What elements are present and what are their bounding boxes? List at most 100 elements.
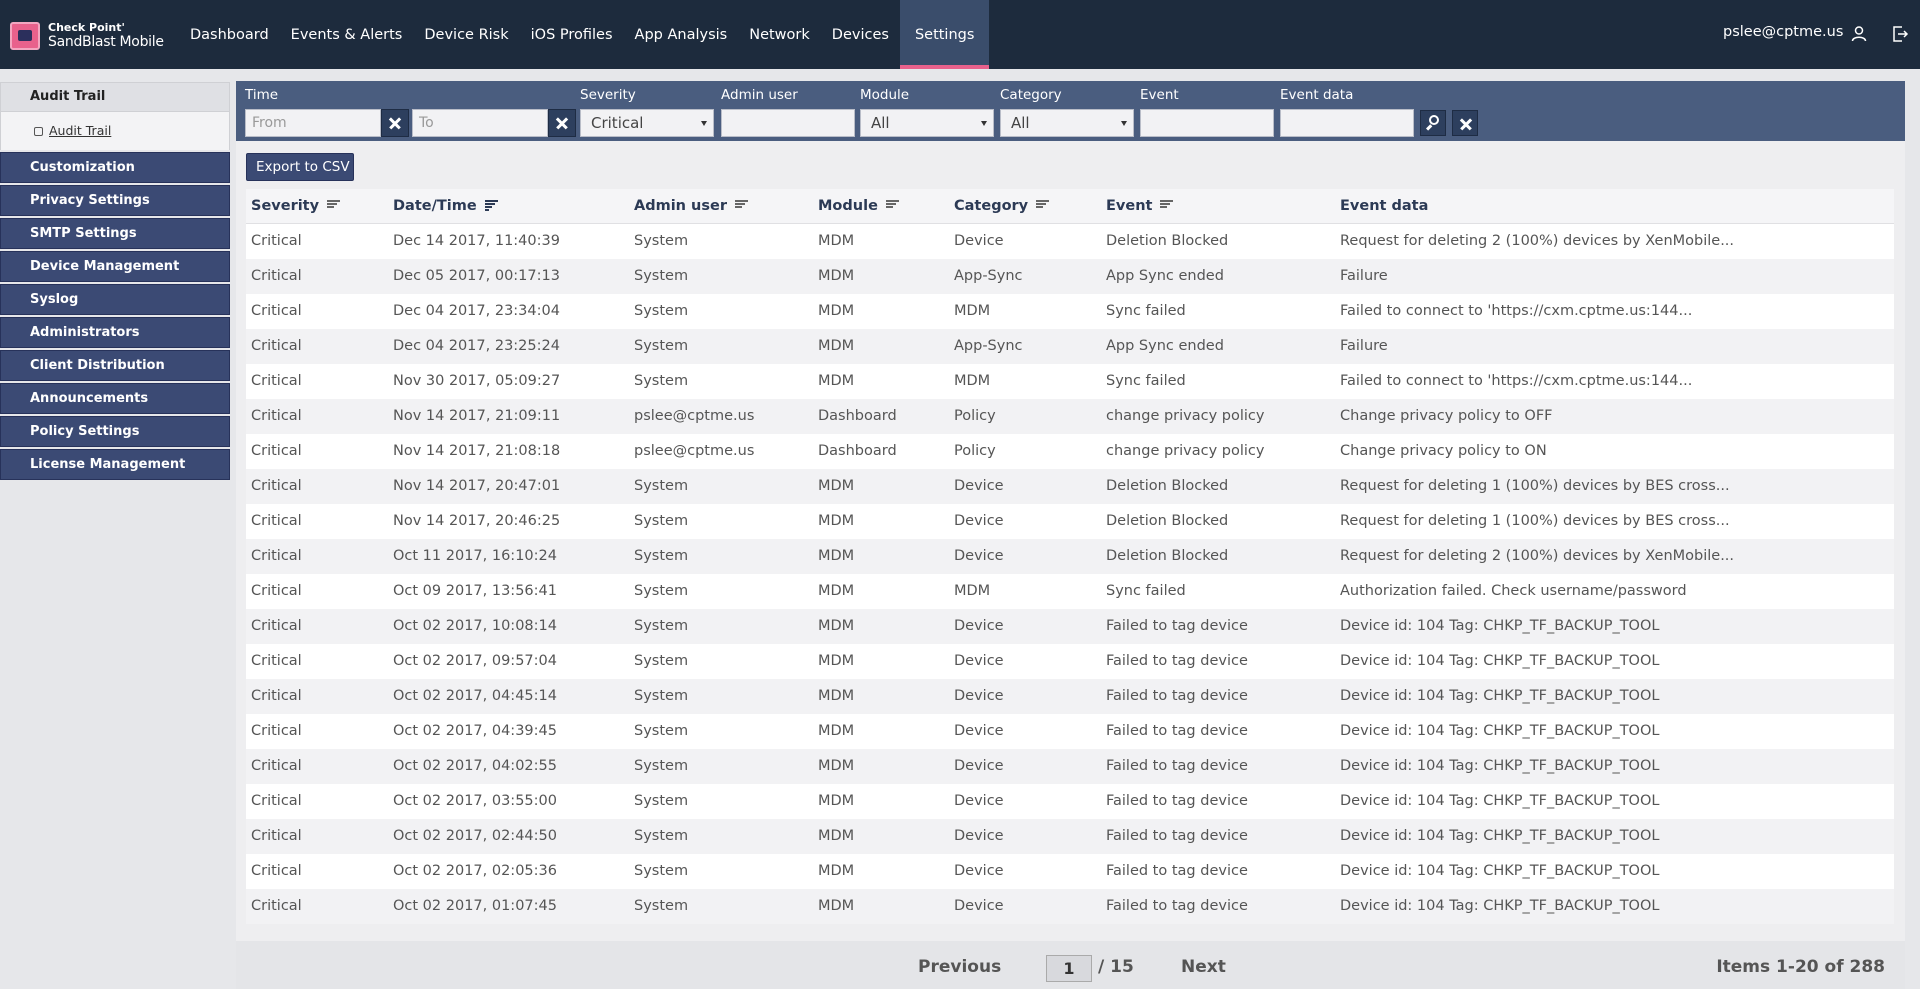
sidebar-item-announcements[interactable]: Announcements: [0, 383, 230, 414]
clear-from-button[interactable]: [381, 109, 409, 137]
table-row[interactable]: Critical Oct 09 2017, 13:56:41 System MDM MD…: [246, 574, 1894, 609]
cell-event-data: Failed to connect to 'https://cxm.cptme.…: [1340, 373, 1693, 389]
module-select[interactable]: All: [860, 109, 994, 137]
table-row[interactable]: Critical Dec 04 2017, 23:25:24 System MDM Ap…: [246, 329, 1894, 364]
cell-module: MDM: [818, 653, 855, 669]
table-row[interactable]: Critical Nov 14 2017, 20:46:25 System MDM De…: [246, 504, 1894, 539]
table-row[interactable]: Critical Oct 02 2017, 09:57:04 System MDM De…: [246, 644, 1894, 679]
sort-icon[interactable]: [735, 200, 748, 211]
cell-module: MDM: [818, 793, 855, 809]
cell-category: MDM: [954, 303, 991, 319]
audit-trail-panel: Time From To Severity Critical Admin use…: [236, 81, 1905, 989]
page-number-input[interactable]: 1: [1046, 955, 1092, 982]
sidebar-item-privacy-settings[interactable]: Privacy Settings: [0, 185, 230, 216]
sidebar-item-customization[interactable]: Customization: [0, 152, 230, 183]
column-header-category[interactable]: Category: [954, 198, 1050, 214]
table-row[interactable]: Critical Oct 02 2017, 02:44:50 System MDM De…: [246, 819, 1894, 854]
nav-dashboard[interactable]: Dashboard: [179, 0, 280, 69]
table-header: Severity Date/Time Admin user Module Categor…: [246, 189, 1894, 224]
cell-event: Failed to tag device: [1106, 898, 1248, 914]
cell-module: MDM: [818, 373, 855, 389]
sidebar-item-syslog[interactable]: Syslog: [0, 284, 230, 315]
brand-logo[interactable]: Check Point' SandBlast Mobile: [10, 20, 164, 54]
table-row[interactable]: Critical Nov 14 2017, 21:09:11 pslee@cptme…: [246, 399, 1894, 434]
cell-event: Deletion Blocked: [1106, 513, 1229, 529]
table-row[interactable]: Critical Oct 02 2017, 04:39:45 System MDM De…: [246, 714, 1894, 749]
previous-page-button[interactable]: Previous: [918, 957, 1001, 977]
nav-events-alerts[interactable]: Events & Alerts: [280, 0, 414, 69]
cell-admin-user: System: [634, 863, 689, 879]
column-header-severity[interactable]: Severity: [251, 198, 341, 214]
table-row[interactable]: Critical Nov 14 2017, 20:47:01 System MDM De…: [246, 469, 1894, 504]
search-button[interactable]: [1420, 110, 1446, 136]
sidebar-item-license-management[interactable]: License Management: [0, 449, 230, 480]
cell-severity: Critical: [251, 618, 302, 634]
sort-icon[interactable]: [327, 200, 341, 211]
column-header-admin-user[interactable]: Admin user: [634, 198, 748, 214]
table-row[interactable]: Critical Dec 05 2017, 00:17:13 System MDM Ap…: [246, 259, 1894, 294]
column-header-date-time[interactable]: Date/Time: [393, 198, 498, 214]
table-row[interactable]: Critical Dec 14 2017, 11:40:39 System MDM De…: [246, 224, 1894, 259]
table-row[interactable]: Critical Oct 02 2017, 03:55:00 System MDM De…: [246, 784, 1894, 819]
cell-severity: Critical: [251, 443, 302, 459]
sort-icon[interactable]: [1160, 200, 1174, 211]
table-row[interactable]: Critical Oct 02 2017, 04:02:55 System MDM De…: [246, 749, 1894, 784]
user-email[interactable]: pslee@cptme.us: [1723, 24, 1843, 40]
clear-to-button[interactable]: [548, 109, 576, 137]
clear-all-filters-button[interactable]: [1452, 110, 1478, 136]
cell-date-time: Oct 02 2017, 02:05:36: [393, 863, 557, 879]
table-row[interactable]: Critical Oct 02 2017, 01:07:45 System MDM De…: [246, 889, 1894, 924]
column-header-event-data[interactable]: Event data: [1340, 198, 1428, 214]
sidebar-item-device-management[interactable]: Device Management: [0, 251, 230, 282]
sort-icon[interactable]: [885, 200, 899, 211]
nav-device-risk[interactable]: Device Risk: [413, 0, 519, 69]
column-header-module[interactable]: Module: [818, 198, 899, 214]
time-from-input[interactable]: From: [245, 109, 381, 137]
cell-admin-user: System: [634, 898, 689, 914]
logout-icon[interactable]: [1891, 25, 1909, 43]
column-header-event[interactable]: Event: [1106, 198, 1174, 214]
cell-date-time: Nov 14 2017, 21:08:18: [393, 443, 561, 459]
sidebar-item-policy-settings[interactable]: Policy Settings: [0, 416, 230, 447]
sort-icon[interactable]: [484, 200, 498, 211]
nav-settings[interactable]: Settings: [899, 0, 990, 69]
cell-event: Failed to tag device: [1106, 793, 1248, 809]
sidebar-subitem-label[interactable]: Audit Trail: [49, 123, 111, 138]
admin-user-input[interactable]: [721, 109, 855, 137]
sidebar-item-smtp-settings[interactable]: SMTP Settings: [0, 218, 230, 249]
nav-ios-profiles[interactable]: iOS Profiles: [520, 0, 624, 69]
nav-app-analysis[interactable]: App Analysis: [624, 0, 739, 69]
event-input[interactable]: [1140, 109, 1274, 137]
sidebar-subitem-audit-trail[interactable]: Audit Trail: [0, 112, 230, 150]
next-page-button[interactable]: Next: [1181, 957, 1226, 977]
event-data-input[interactable]: [1280, 109, 1414, 137]
admin-user-filter-label: Admin user: [721, 87, 798, 103]
table-row[interactable]: Critical Oct 11 2017, 16:10:24 System MDM De…: [246, 539, 1894, 574]
sort-icon[interactable]: [1036, 200, 1050, 211]
table-row[interactable]: Critical Oct 02 2017, 02:05:36 System MDM De…: [246, 854, 1894, 889]
table-row[interactable]: Critical Nov 14 2017, 21:08:18 pslee@cptme…: [246, 434, 1894, 469]
category-select[interactable]: All: [1000, 109, 1134, 137]
nav-network[interactable]: Network: [738, 0, 821, 69]
cell-event: Deletion Blocked: [1106, 548, 1229, 564]
cell-module: MDM: [818, 548, 855, 564]
table-row[interactable]: Critical Dec 04 2017, 23:34:04 System MDM MD…: [246, 294, 1894, 329]
sidebar-item-client-distribution[interactable]: Client Distribution: [0, 350, 230, 381]
user-profile-icon[interactable]: [1850, 25, 1868, 43]
cell-admin-user: System: [634, 478, 689, 494]
time-to-input[interactable]: To: [412, 109, 548, 137]
cell-severity: Critical: [251, 373, 302, 389]
cell-event: App Sync ended: [1106, 268, 1224, 284]
table-row[interactable]: Critical Oct 02 2017, 10:08:14 System MDM De…: [246, 609, 1894, 644]
table-row[interactable]: Critical Oct 02 2017, 04:45:14 System MDM De…: [246, 679, 1894, 714]
sidebar-section-audit-trail[interactable]: Audit Trail: [0, 82, 230, 112]
cell-category: Device: [954, 793, 1004, 809]
severity-select[interactable]: Critical: [580, 109, 714, 137]
column-header-label: Admin user: [634, 198, 727, 214]
pagination: Previous 1 / 15 Next Items 1-20 of 288: [236, 941, 1905, 989]
nav-devices[interactable]: Devices: [821, 0, 900, 69]
sidebar-item-administrators[interactable]: Administrators: [0, 317, 230, 348]
export-csv-button[interactable]: Export to CSV: [246, 153, 354, 181]
table-row[interactable]: Critical Nov 30 2017, 05:09:27 System MDM MD…: [246, 364, 1894, 399]
cell-severity: Critical: [251, 338, 302, 354]
